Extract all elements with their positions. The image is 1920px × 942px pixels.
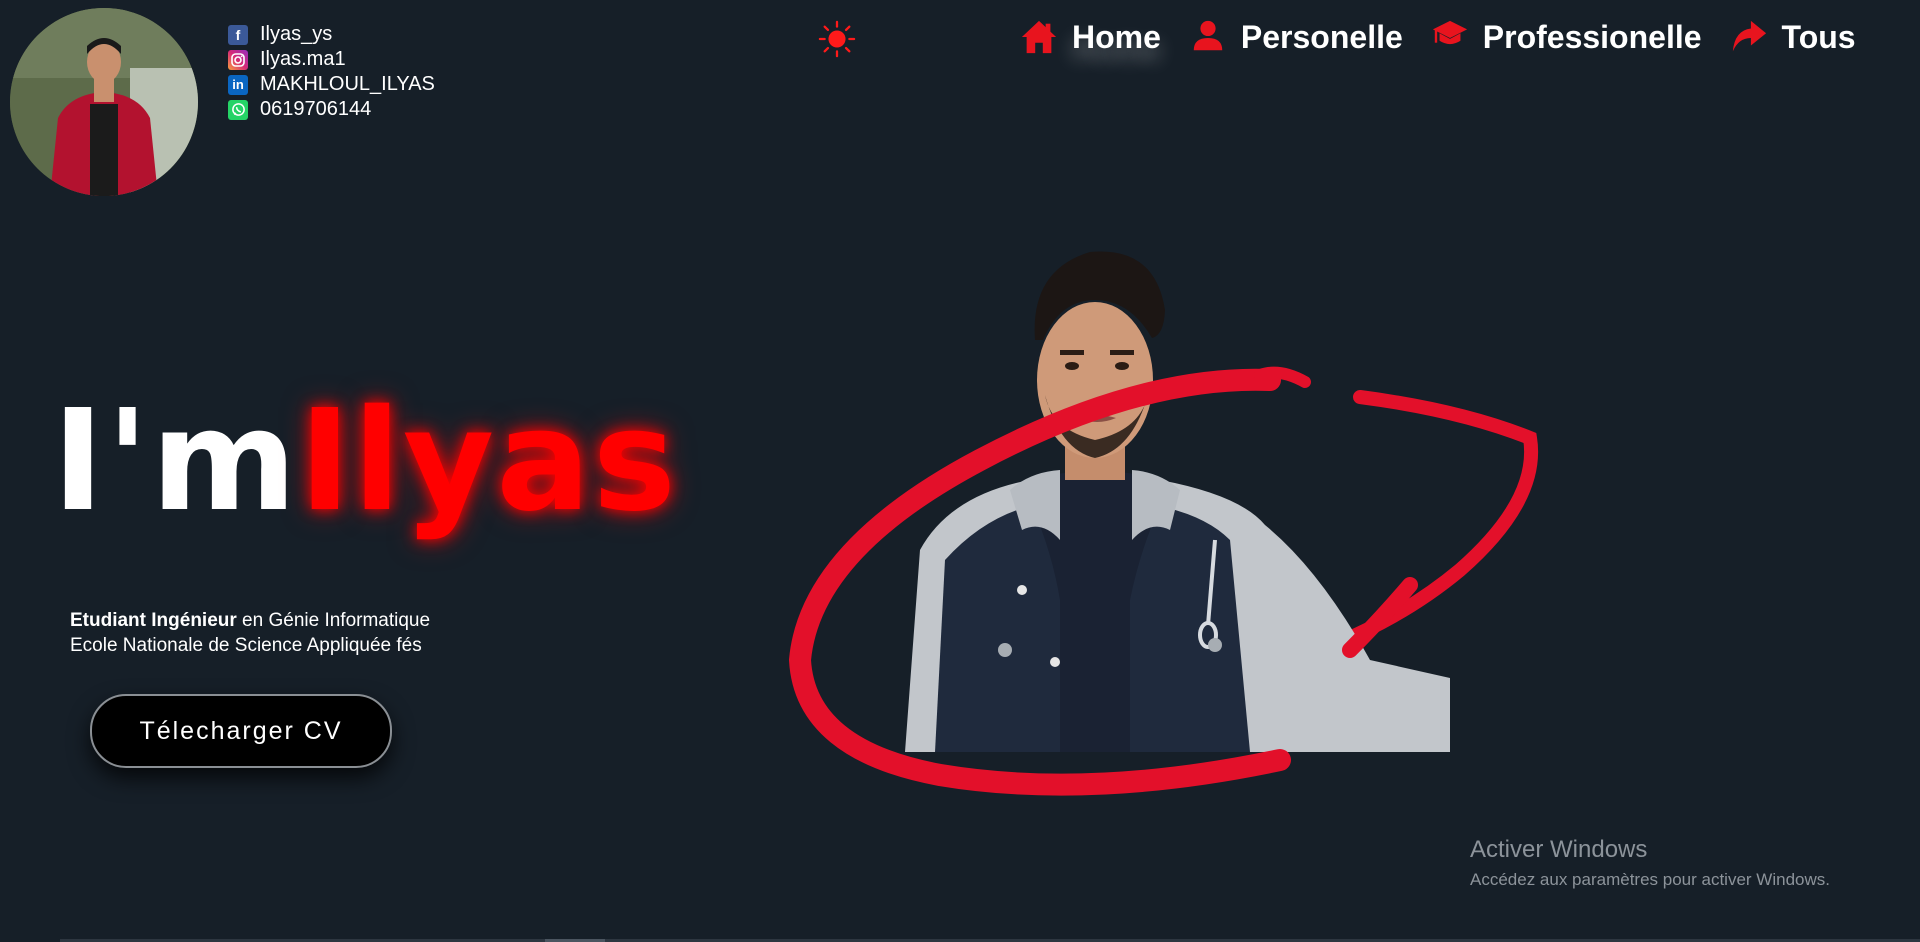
subtitle-strong: Etudiant Ingénieur xyxy=(70,610,237,631)
whatsapp-number: 0619706144 xyxy=(260,98,372,120)
social-whatsapp[interactable]: 0619706144 xyxy=(228,97,435,122)
nav-professionelle[interactable]: Professionelle xyxy=(1431,18,1702,56)
profile-avatar xyxy=(10,8,198,196)
hero-headline: I'mIlyas xyxy=(52,392,678,532)
nav-personelle[interactable]: Personelle xyxy=(1189,18,1403,56)
linkedin-icon: in xyxy=(228,74,248,95)
subtitle-line-1: Etudiant Ingénieur en Génie Informatique xyxy=(70,608,430,633)
sun-icon[interactable] xyxy=(818,20,856,58)
facebook-handle: Ilyas_ys xyxy=(260,23,333,45)
hero-portrait xyxy=(788,251,1539,796)
nav-personelle-label: Personelle xyxy=(1240,18,1403,55)
main-nav: Home Personelle Professionelle Tous xyxy=(1020,18,1884,56)
download-cv-button[interactable]: Télecharger CV xyxy=(90,694,392,768)
linkedin-handle: MAKHLOUL_ILYAS xyxy=(260,73,435,95)
instagram-icon xyxy=(228,49,248,70)
share-arrow-icon xyxy=(1732,20,1766,52)
nav-tous-label: Tous xyxy=(1781,18,1856,55)
home-icon xyxy=(1021,20,1057,54)
nav-professionelle-label: Professionelle xyxy=(1482,18,1702,55)
hero-subtitle: Etudiant Ingénieur en Génie Informatique… xyxy=(70,608,430,658)
user-icon xyxy=(1193,20,1223,51)
subtitle-rest: en Génie Informatique xyxy=(236,610,431,631)
greeting-text: I'm xyxy=(52,380,299,543)
windows-activation-watermark: Activer Windows Accédez aux paramètres p… xyxy=(1470,836,1830,890)
name-text: Ilyas xyxy=(298,380,678,543)
facebook-icon: f xyxy=(228,24,248,45)
nav-home-label: Home xyxy=(1072,18,1161,55)
social-linkedin[interactable]: in MAKHLOUL_ILYAS xyxy=(228,72,435,97)
social-instagram[interactable]: Ilyas.ma1 xyxy=(228,47,435,72)
whatsapp-icon xyxy=(228,99,248,120)
watermark-title: Activer Windows xyxy=(1470,836,1648,863)
nav-tous[interactable]: Tous xyxy=(1730,18,1856,56)
nav-home[interactable]: Home xyxy=(1020,18,1161,56)
instagram-handle: Ilyas.ma1 xyxy=(260,48,346,70)
watermark-subtitle: Accédez aux paramètres pour activer Wind… xyxy=(1470,870,1830,889)
social-facebook[interactable]: f Ilyas_ys xyxy=(228,22,435,47)
profile-photo xyxy=(10,8,198,196)
social-links: f Ilyas_ys Ilyas.ma1 in MAKHLOUL_ILYAS 0… xyxy=(228,22,435,122)
graduation-cap-icon xyxy=(1432,20,1467,45)
subtitle-line-2: Ecole Nationale de Science Appliquée fés xyxy=(70,635,422,656)
